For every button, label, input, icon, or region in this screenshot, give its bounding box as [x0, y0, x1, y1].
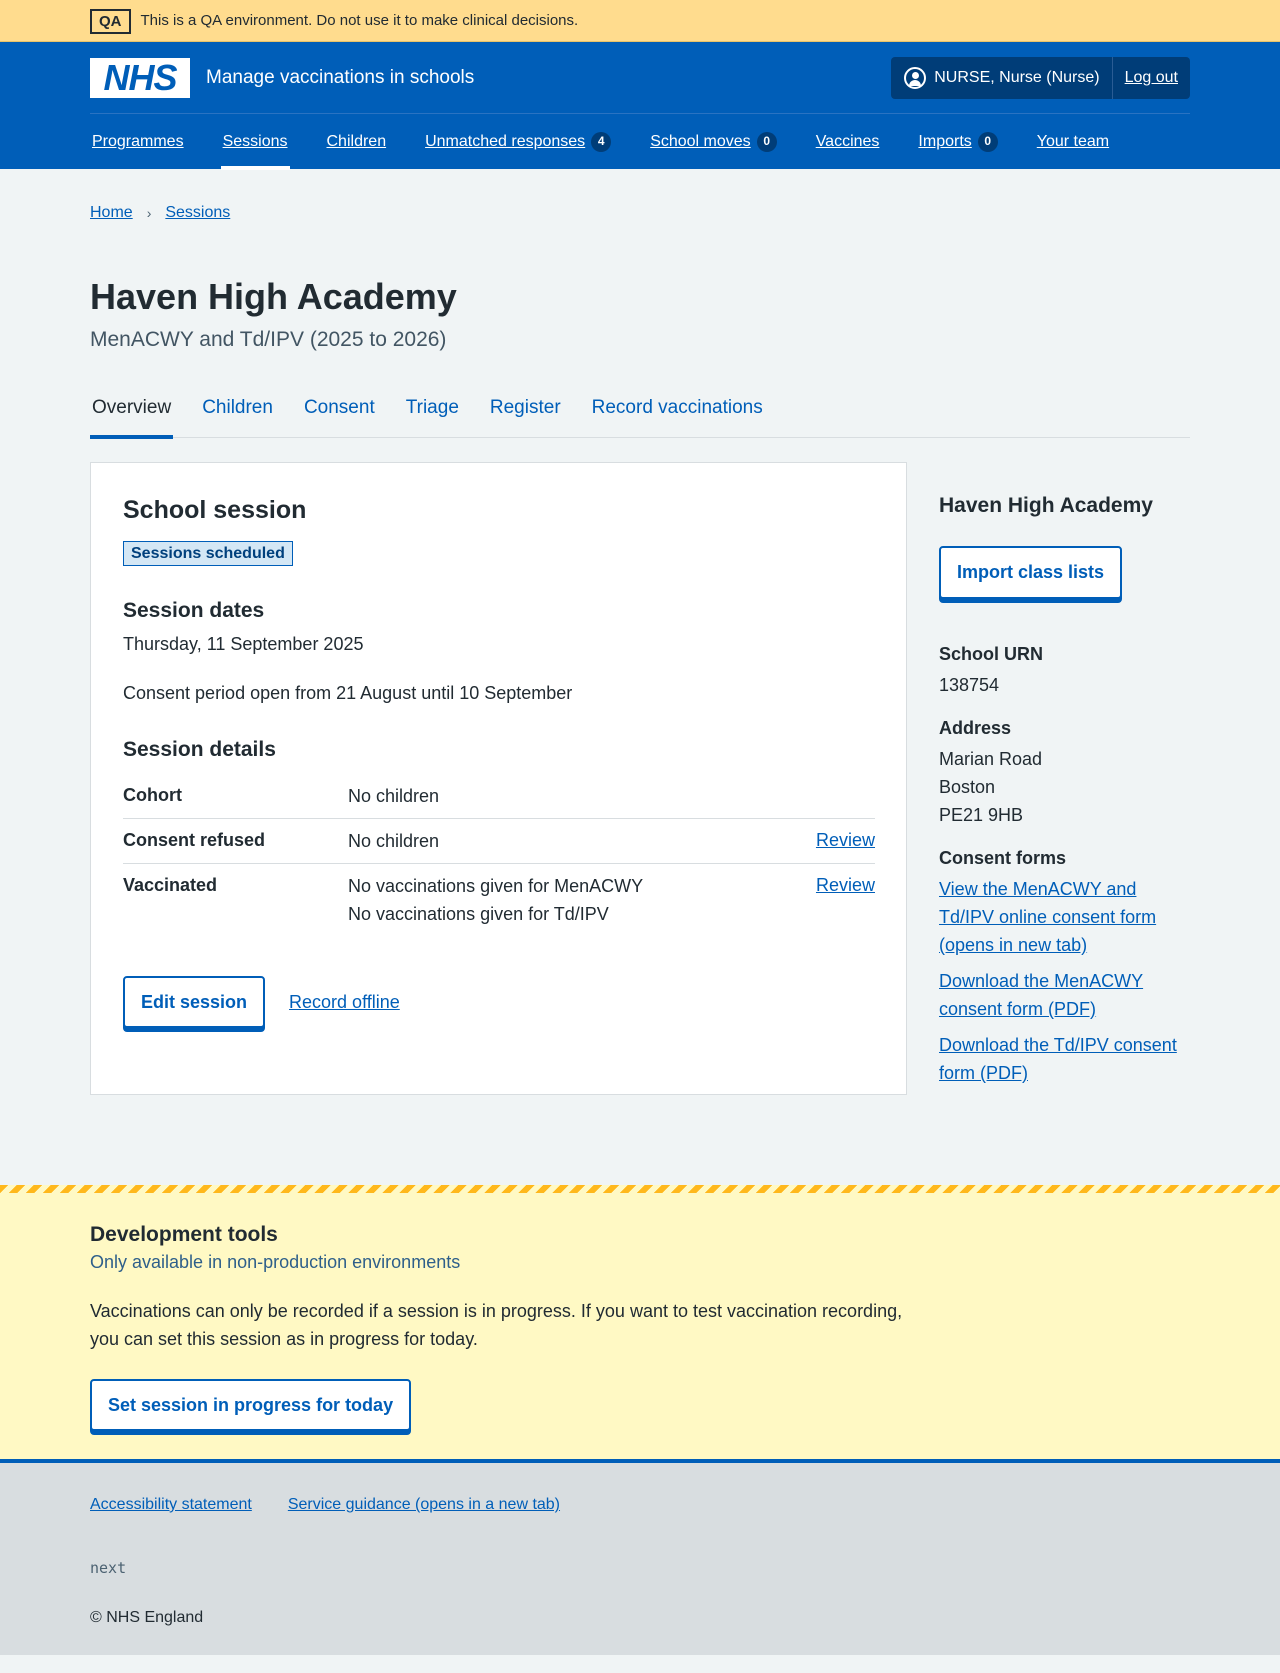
nhs-logo[interactable]: NHS	[90, 57, 190, 98]
nav-item-school-moves[interactable]: School moves 0	[648, 114, 779, 170]
chevron-right-icon: ›	[146, 204, 152, 221]
count-badge: 0	[977, 131, 998, 152]
user-icon	[904, 66, 927, 89]
site-header: NHS Manage vaccinations in schools NURSE…	[0, 42, 1280, 170]
tdipv-consent-pdf-link[interactable]: Download the Td/IPV consent form (PDF)	[939, 1031, 1189, 1087]
consent-period: Consent period open from 21 August until…	[123, 683, 573, 704]
qa-banner-text: This is a QA environment. Do not use it …	[140, 12, 579, 30]
nav-link[interactable]: Programmes	[92, 130, 184, 153]
user-name: NURSE, Nurse (Nurse)	[934, 68, 1100, 86]
address-value: Marian Road Boston PE21 9HB	[939, 748, 1043, 825]
status-badge: Sessions scheduled	[123, 541, 293, 567]
nav-item-vaccines[interactable]: Vaccines	[814, 114, 882, 170]
nav-item-programmes[interactable]: Programmes	[90, 114, 186, 170]
edit-session-button[interactable]: Edit session	[123, 976, 266, 1029]
footer-links: Accessibility statement Service guidance…	[90, 1493, 1190, 1516]
account-menu: NURSE, Nurse (Nurse) Log out	[891, 56, 1190, 99]
online-consent-form-link[interactable]: View the MenACWY and Td/IPV online conse…	[939, 875, 1189, 959]
sidebar-title: Haven High Academy	[939, 494, 1153, 518]
summary-value: No children	[348, 774, 785, 820]
school-details: School URN 138754 Address Marian Road Bo…	[939, 641, 1189, 1087]
tab-register[interactable]: Register	[488, 391, 563, 438]
set-in-progress-button[interactable]: Set session in progress for today	[90, 1378, 412, 1431]
nav-item-children[interactable]: Children	[325, 114, 389, 170]
summary-key: Consent refused	[123, 818, 348, 865]
secondary-tabs: Overview Children Consent Triage Registe…	[90, 391, 1190, 440]
main-content: Home › Sessions Haven High Academy MenAC…	[90, 169, 1190, 1095]
card-title: School session	[123, 496, 307, 525]
tab-record-vaccinations[interactable]: Record vaccinations	[590, 391, 765, 438]
session-details-list: Cohort No children Consent refused No ch…	[123, 774, 875, 936]
tab-overview[interactable]: Overview	[90, 391, 174, 440]
app-version: next	[90, 1559, 127, 1578]
breadcrumb: Home › Sessions	[90, 169, 1190, 233]
service-name[interactable]: Manage vaccinations in schools	[206, 64, 474, 92]
nav-item-sessions[interactable]: Sessions	[220, 114, 290, 170]
dev-tools-title: Development tools	[90, 1222, 278, 1246]
nav-link[interactable]: Sessions	[223, 130, 288, 153]
qa-environment-banner: QA This is a QA environment. Do not use …	[0, 0, 1280, 42]
summary-row-vaccinated: Vaccinated No vaccinations given for Men…	[123, 864, 875, 937]
school-sidebar: Haven High Academy Import class lists Sc…	[939, 462, 1189, 1094]
consent-forms-label: Consent forms	[939, 847, 1067, 868]
development-tools: Development tools Only available in non-…	[0, 1184, 1280, 1459]
consent-forms-links: View the MenACWY and Td/IPV online conse…	[939, 875, 1189, 1087]
account-user: NURSE, Nurse (Nurse)	[891, 56, 1113, 99]
nav-link[interactable]: Children	[327, 130, 387, 153]
session-date: Thursday, 11 September 2025	[123, 633, 364, 654]
session-dates-heading: Session dates	[123, 598, 265, 622]
tab-triage[interactable]: Triage	[404, 391, 461, 438]
session-details-heading: Session details	[123, 738, 276, 762]
primary-nav: Programmes Sessions Children Unmatched r…	[90, 113, 1190, 170]
dev-tools-body: Vaccinations can only be recorded if a s…	[90, 1300, 903, 1349]
brand[interactable]: NHS Manage vaccinations in schools	[90, 57, 474, 98]
breadcrumb-home[interactable]: Home	[90, 201, 133, 224]
page-caption: MenACWY and Td/IPV (2025 to 2026)	[90, 328, 447, 351]
urn-label: School URN	[939, 643, 1044, 664]
qa-tag: QA	[90, 8, 131, 34]
tab-children[interactable]: Children	[200, 391, 275, 438]
import-class-lists-button[interactable]: Import class lists	[939, 546, 1123, 599]
review-link[interactable]: Review	[816, 875, 875, 895]
service-guidance-link[interactable]: Service guidance (opens in a new tab)	[288, 1493, 560, 1516]
record-offline-link[interactable]: Record offline	[289, 989, 400, 1015]
review-link[interactable]: Review	[816, 830, 875, 850]
tab-consent[interactable]: Consent	[302, 391, 377, 438]
page-title: Haven High Academy	[90, 276, 457, 317]
menacwy-consent-pdf-link[interactable]: Download the MenACWY consent form (PDF)	[939, 967, 1189, 1023]
summary-row-cohort: Cohort No children	[123, 774, 875, 820]
nav-item-imports[interactable]: Imports 0	[916, 114, 999, 170]
site-footer: Accessibility statement Service guidance…	[0, 1459, 1280, 1655]
nav-link[interactable]: Vaccines	[816, 130, 880, 153]
copyright: © NHS England	[90, 1608, 204, 1626]
nav-item-unmatched-responses[interactable]: Unmatched responses 4	[423, 114, 613, 170]
dev-tools-subtitle: Only available in non-production environ…	[90, 1251, 461, 1272]
summary-value: No children	[348, 818, 785, 865]
nav-link[interactable]: Imports	[918, 130, 971, 153]
nav-link[interactable]: School moves	[650, 130, 751, 153]
nav-link[interactable]: Unmatched responses	[425, 130, 585, 153]
summary-key: Vaccinated	[123, 875, 218, 896]
count-badge: 0	[756, 131, 777, 152]
urn-value: 138754	[939, 674, 1000, 695]
nav-item-your-team[interactable]: Your team	[1035, 114, 1111, 170]
breadcrumb-sessions[interactable]: Sessions	[165, 201, 230, 224]
accessibility-statement-link[interactable]: Accessibility statement	[90, 1493, 252, 1516]
summary-row-consent-refused: Consent refused No children Review	[123, 818, 875, 865]
summary-key: Cohort	[123, 774, 348, 820]
school-session-card: School session Sessions scheduled Sessio…	[90, 462, 907, 1095]
summary-value: No vaccinations given for MenACWY No vac…	[348, 876, 644, 925]
nav-link[interactable]: Your team	[1037, 130, 1109, 153]
count-badge: 4	[591, 131, 612, 152]
logout-link[interactable]: Log out	[1113, 66, 1190, 89]
address-label: Address	[939, 717, 1012, 738]
